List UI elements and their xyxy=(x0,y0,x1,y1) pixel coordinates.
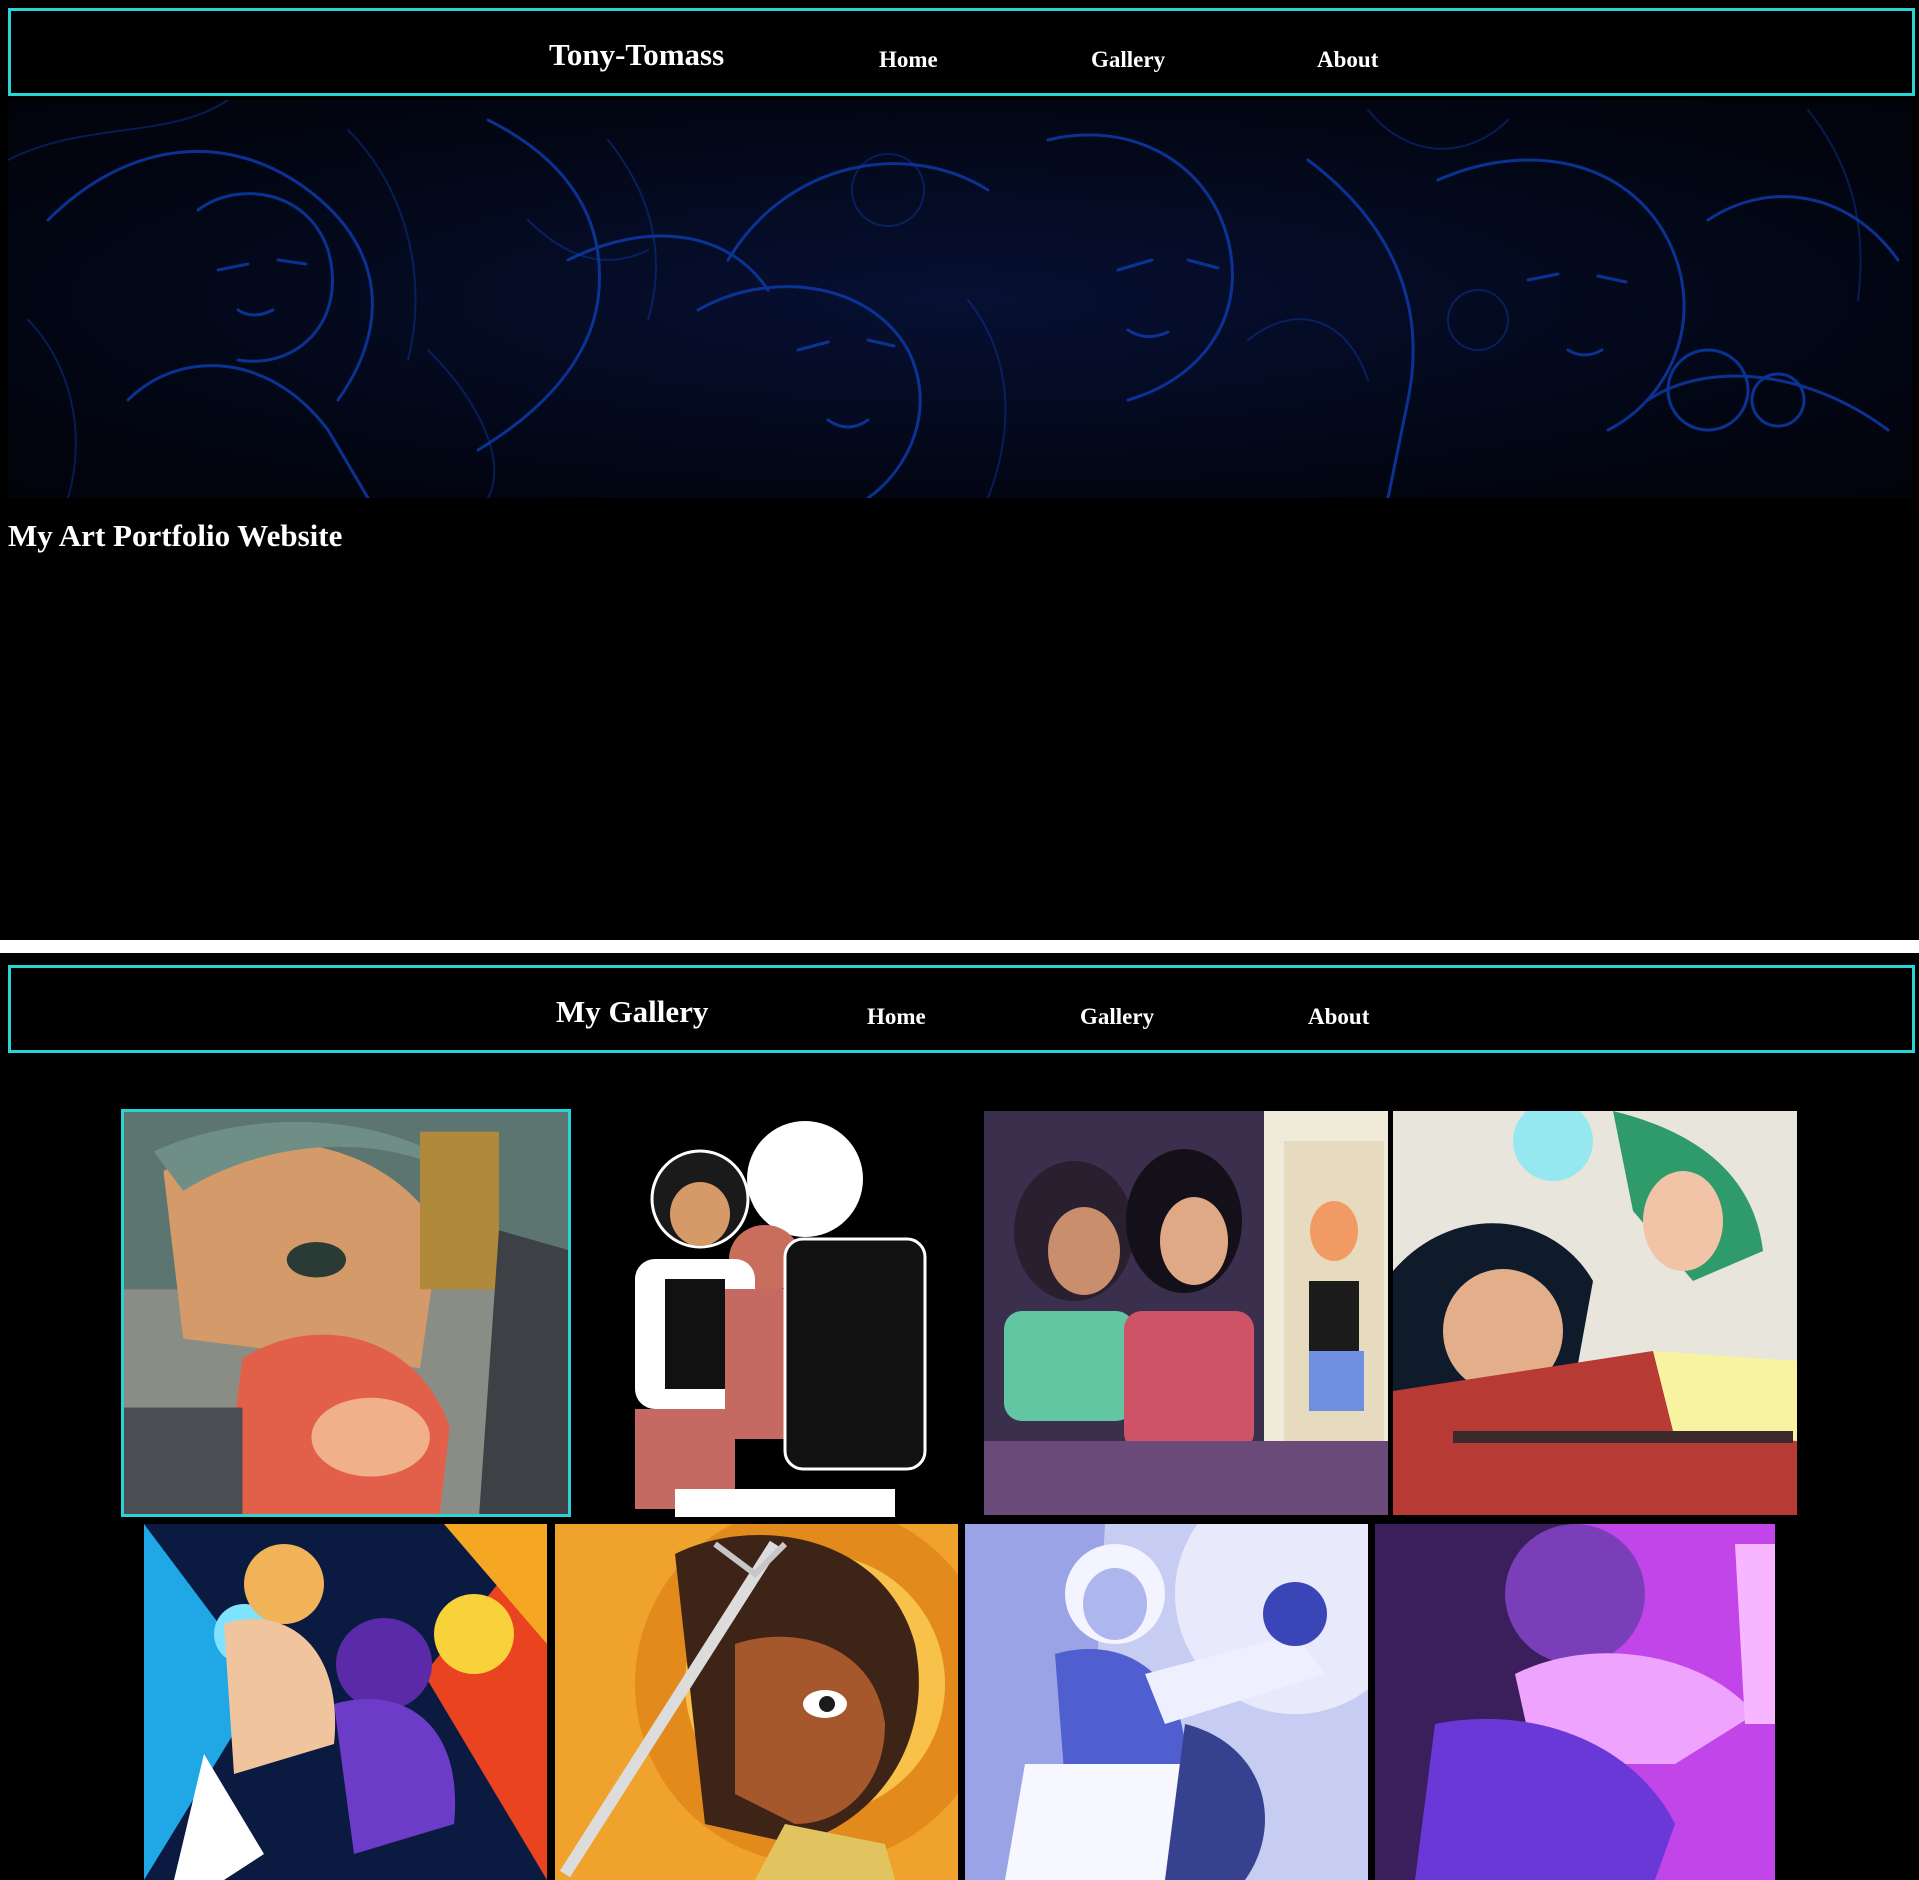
nav-link-about[interactable]: About xyxy=(1308,1004,1369,1030)
site-brand[interactable]: Tony-Tomass xyxy=(549,37,724,73)
gallery-artwork-7[interactable] xyxy=(965,1524,1368,1880)
gallery-artwork-2[interactable] xyxy=(595,1109,959,1517)
page-heading: My Art Portfolio Website xyxy=(8,518,343,553)
gallery-navbar: My Gallery Home Gallery About xyxy=(8,965,1915,1053)
gallery-artwork-6[interactable] xyxy=(555,1524,958,1880)
top-navbar: Tony-Tomass Home Gallery About xyxy=(8,8,1915,96)
nav-link-home[interactable]: Home xyxy=(879,47,938,73)
nav-link-about[interactable]: About xyxy=(1317,47,1378,73)
gallery-artwork-8[interactable] xyxy=(1375,1524,1775,1880)
nav-link-home[interactable]: Home xyxy=(867,1004,926,1030)
hero-sketch-banner xyxy=(8,100,1912,498)
nav-link-gallery[interactable]: Gallery xyxy=(1091,47,1165,73)
gallery-artwork-1[interactable] xyxy=(121,1109,571,1517)
gallery-artwork-4[interactable] xyxy=(1393,1111,1797,1515)
gallery-title: My Gallery xyxy=(556,994,709,1029)
home-page: Tony-Tomass Home Gallery About My Art Po… xyxy=(0,0,1919,940)
nav-link-gallery[interactable]: Gallery xyxy=(1080,1004,1154,1030)
gallery-page: My Gallery Home Gallery About xyxy=(0,953,1919,1880)
gallery-artwork-5[interactable] xyxy=(144,1524,547,1880)
gallery-artwork-3[interactable] xyxy=(984,1111,1388,1515)
